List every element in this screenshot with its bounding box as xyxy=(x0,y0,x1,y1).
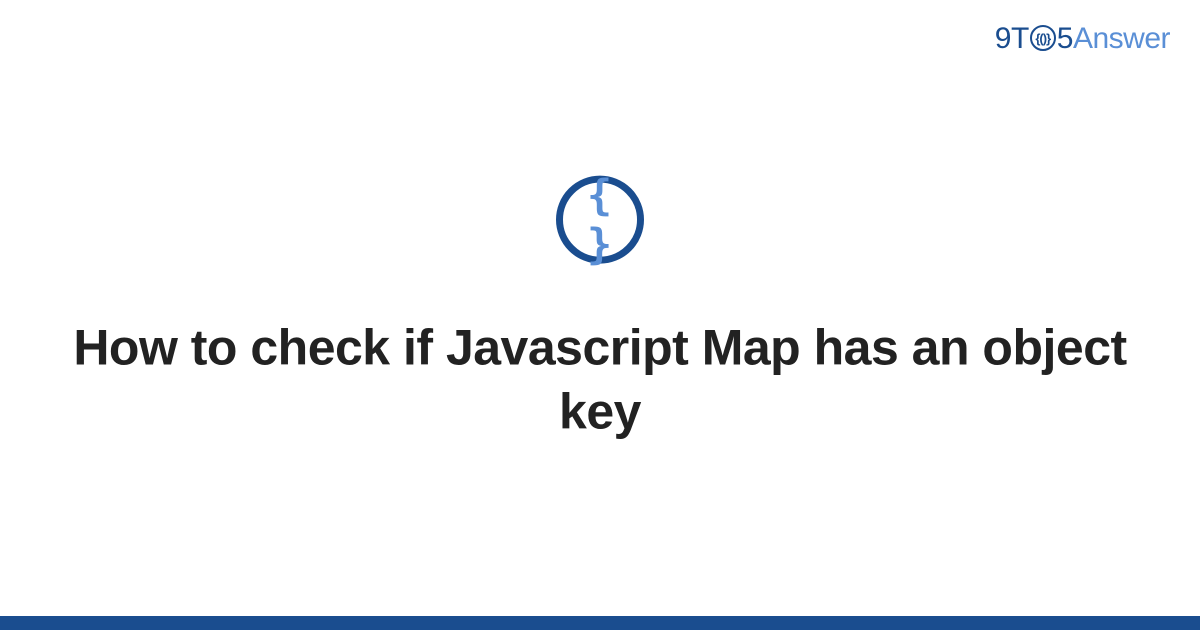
question-title: How to check if Javascript Map has an ob… xyxy=(60,316,1140,444)
logo-t: T xyxy=(1011,22,1029,56)
logo-answer: Answer xyxy=(1073,22,1170,56)
logo-o-circle: {()} xyxy=(1030,25,1056,51)
code-braces-icon: { } xyxy=(563,171,637,269)
bottom-accent-bar xyxy=(0,616,1200,630)
logo-nine: 9 xyxy=(995,22,1011,56)
site-logo: 9 T {()} 5 Answer xyxy=(995,22,1170,56)
logo-o-inner: {()} xyxy=(1035,31,1050,46)
main-content: { } How to check if Javascript Map has a… xyxy=(0,176,1200,444)
logo-five: 5 xyxy=(1057,22,1073,56)
category-icon-circle: { } xyxy=(556,176,644,264)
